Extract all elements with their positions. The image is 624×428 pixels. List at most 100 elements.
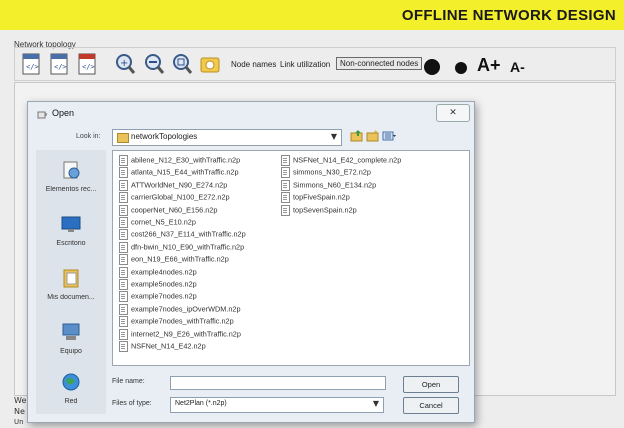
file-name: NSFNet_N14_E42_complete.n2p (293, 155, 402, 165)
file-icon (119, 204, 128, 216)
place-label: Mis documen... (47, 294, 95, 301)
file-icon (119, 279, 128, 290)
file-item[interactable]: atlanta_N15_E44_withTraffic.n2p (119, 167, 239, 179)
app-title: OFFLINE NETWORK DESIGN (401, 7, 616, 24)
svg-text:+: + (120, 58, 128, 69)
file-icon (119, 316, 128, 328)
background-image-icon[interactable] (199, 52, 221, 76)
file-item[interactable]: simmons_N30_E72.n2p (281, 167, 371, 179)
file-item[interactable]: cost266_N37_E114_withTraffic.n2p (119, 229, 246, 241)
file-item[interactable]: cooperNet_N60_E156.n2p (119, 204, 218, 216)
close-icon[interactable]: ✕ (436, 104, 470, 122)
file-icon (119, 341, 128, 352)
file-item[interactable]: dfn-bwin_N10_E90_withTraffic.n2p (119, 241, 244, 253)
file-name: example7nodes_ipOverWDM.n2p (131, 304, 241, 314)
file-icon (119, 217, 128, 228)
file-item[interactable]: abilene_N12_E30_withTraffic.n2p (119, 155, 240, 166)
dialog-titlebar[interactable]: Open ✕ (28, 102, 474, 126)
file-icon (119, 328, 128, 340)
file-name-label: File name: (112, 378, 145, 385)
file-name: simmons_N30_E72.n2p (293, 167, 371, 177)
file-item[interactable]: cornet_N5_E10.n2p (119, 217, 196, 228)
file-item[interactable]: eon_N19_E66_withTraffic.n2p (119, 254, 229, 266)
place-documents[interactable]: Mis documen... (36, 262, 106, 316)
new-folder-icon[interactable]: * (366, 129, 380, 143)
zoom-out-icon[interactable] (143, 52, 165, 76)
file-name: atlanta_N15_E44_withTraffic.n2p (131, 167, 239, 177)
file-name-input[interactable] (170, 376, 386, 390)
file-name: cost266_N37_E114_withTraffic.n2p (131, 229, 246, 239)
computer-icon (62, 323, 80, 340)
file-item[interactable]: example7nodes_ipOverWDM.n2p (119, 303, 241, 315)
file-type-select[interactable]: Net2Plan (*.n2p) ▼ (170, 397, 384, 413)
zoom-all-icon[interactable] (171, 52, 193, 76)
place-desktop[interactable]: Escritorio (36, 208, 106, 262)
file-name: example5nodes.n2p (131, 279, 197, 289)
view-menu-icon[interactable] (382, 129, 396, 143)
file-item[interactable]: topSevenSpain.n2p (281, 204, 357, 216)
file-icon (281, 167, 290, 179)
svg-text:</>: </> (54, 63, 67, 71)
file-icon (119, 192, 128, 204)
file-name: eon_N19_E66_withTraffic.n2p (131, 254, 229, 264)
new-topology-icon[interactable]: </> (20, 52, 42, 76)
svg-text:</>: </> (26, 63, 39, 71)
increase-font-button[interactable]: A+ (477, 55, 501, 76)
place-label: Red (64, 398, 78, 405)
file-name: example7nodes_withTraffic.n2p (131, 316, 234, 326)
file-icon (281, 155, 290, 166)
file-item[interactable]: NSFNet_N14_E42.n2p (119, 341, 206, 352)
network-globe-icon (62, 373, 80, 391)
load-topology-icon[interactable]: </> (48, 52, 70, 76)
file-name: example4nodes.n2p (131, 267, 197, 277)
link-utilization-label[interactable]: Link utilization (280, 60, 330, 69)
cancel-button[interactable]: Cancel (403, 397, 459, 414)
file-item[interactable]: ATTWorldNet_N90_E274.n2p (119, 179, 228, 191)
file-item[interactable]: example4nodes.n2p (119, 266, 197, 278)
file-item[interactable]: example7nodes.n2p (119, 291, 197, 303)
file-item[interactable]: NSFNet_N14_E42_complete.n2p (281, 155, 401, 166)
status-label: Ne (14, 407, 25, 416)
increase-node-size-icon[interactable] (424, 59, 440, 75)
file-item[interactable]: example5nodes.n2p (119, 279, 197, 290)
place-recent[interactable]: Elementos rec... (36, 154, 106, 208)
decrease-node-size-icon[interactable] (455, 62, 467, 74)
file-type-label: Files of type: (112, 400, 152, 407)
status-label: We (14, 396, 27, 405)
open-dialog: Open ✕ Look in: networkTopologies ▼ * El… (27, 101, 475, 423)
file-item[interactable]: topFiveSpain.n2p (281, 192, 350, 204)
file-icon (119, 167, 128, 179)
file-name: cooperNet_N60_E156.n2p (131, 205, 218, 215)
title-banner: OFFLINE NETWORK DESIGN (0, 0, 624, 30)
decrease-font-button[interactable]: A- (510, 59, 525, 75)
file-name: ATTWorldNet_N90_E274.n2p (131, 180, 228, 190)
desktop-icon (61, 216, 81, 232)
folder-icon (117, 133, 129, 143)
file-icon (119, 155, 128, 166)
place-computer[interactable]: Equipo (36, 316, 106, 370)
save-topology-icon[interactable]: </> (76, 52, 98, 76)
node-names-label[interactable]: Node names (231, 60, 276, 69)
file-item[interactable]: internet2_N9_E26_withTraffic.n2p (119, 328, 241, 340)
zoom-in-icon[interactable]: + (114, 52, 136, 76)
file-item[interactable]: example7nodes_withTraffic.n2p (119, 316, 234, 328)
file-icon (281, 179, 290, 191)
file-icon (119, 266, 128, 278)
file-item[interactable]: Simmons_N60_E134.n2p (281, 179, 377, 191)
file-name: cornet_N5_E10.n2p (131, 217, 196, 227)
file-name: Simmons_N60_E134.n2p (293, 180, 377, 190)
file-icon (119, 179, 128, 191)
file-item[interactable]: carrierGlobal_N100_E272.n2p (119, 192, 230, 204)
look-in-label: Look in: (76, 133, 101, 140)
chevron-down-icon: ▼ (372, 399, 379, 408)
up-folder-icon[interactable] (350, 129, 364, 143)
file-list[interactable]: abilene_N12_E30_withTraffic.n2p atlanta_N… (112, 150, 470, 366)
look-in-select[interactable]: networkTopologies ▼ (112, 129, 342, 146)
file-icon (119, 303, 128, 315)
look-in-value: networkTopologies (131, 132, 198, 141)
open-button[interactable]: Open (403, 376, 459, 393)
non-connected-nodes-button[interactable]: Non-connected nodes (336, 57, 423, 70)
place-label: Escritorio (56, 240, 86, 247)
place-network[interactable]: Red (36, 366, 106, 420)
svg-text:</>: </> (82, 63, 95, 71)
